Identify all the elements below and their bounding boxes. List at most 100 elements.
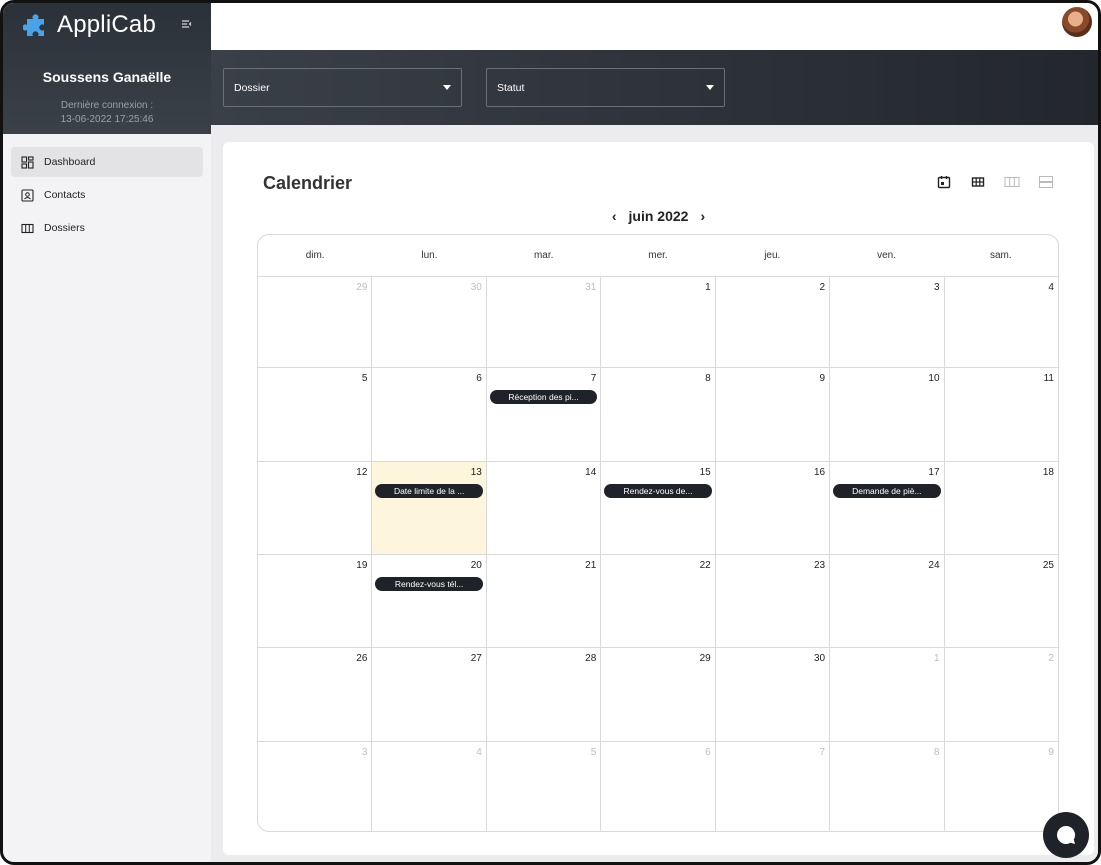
calendar-day-cell[interactable]: 4	[372, 742, 487, 831]
day-number: 3	[933, 282, 940, 293]
calendar-week-row: 5 6 7 Réception des pi... 8 9 10 11	[258, 368, 1058, 462]
calendar-day-cell[interactable]: 6	[601, 742, 716, 831]
calendar-day-cell[interactable]: 29	[601, 648, 716, 741]
top-bar	[211, 3, 1098, 50]
day-number: 18	[1042, 467, 1054, 478]
day-number: 14	[585, 467, 597, 478]
calendar-day-cell[interactable]: 23	[716, 555, 831, 647]
weekday-header: sam.	[989, 250, 1012, 261]
month-label: juin 2022	[628, 208, 689, 224]
calendar-day-cell[interactable]: 21	[487, 555, 602, 647]
calendar-day-cell[interactable]: 7	[716, 742, 831, 831]
sidebar-item-dossiers[interactable]: Dossiers	[11, 213, 203, 243]
calendar-day-cell[interactable]: 26	[258, 648, 373, 741]
weekday-header: ven.	[877, 250, 896, 261]
calendar-day-cell[interactable]: 15 Rendez-vous de...	[601, 462, 716, 554]
chat-bubble-icon	[1057, 826, 1076, 844]
dashboard-icon	[21, 155, 34, 169]
calendar-day-cell[interactable]: 5	[258, 368, 373, 461]
last-connection-value: 13-06-2022 17:25:46	[60, 114, 154, 125]
last-connection-label: Dernière connexion :	[60, 100, 154, 111]
calendar-day-cell[interactable]: 2	[716, 277, 831, 367]
calendar-day-cell-today[interactable]: 13 Date limite de la ...	[372, 462, 487, 554]
day-number: 3	[361, 747, 368, 758]
calendar-day-cell[interactable]: 20 Rendez-vous tél...	[372, 555, 487, 647]
calendar-day-cell[interactable]: 8	[601, 368, 716, 461]
statut-select[interactable]: Statut	[486, 68, 725, 107]
calendar-event[interactable]: Rendez-vous tél...	[375, 577, 483, 591]
day-number: 19	[356, 560, 368, 571]
app-name: AppliCab	[57, 11, 156, 38]
user-name: Soussens Ganaëlle	[42, 69, 172, 85]
calendar-day-cell[interactable]: 9	[945, 742, 1058, 831]
calendar-day-cell[interactable]: 16	[716, 462, 831, 554]
day-number: 5	[361, 373, 368, 384]
collapse-menu-icon[interactable]	[179, 17, 193, 31]
day-number: 4	[1048, 282, 1054, 293]
calendar-event[interactable]: Date limite de la ...	[375, 484, 483, 498]
view-calendar-button[interactable]	[936, 174, 952, 190]
calendar-day-cell[interactable]: 19	[258, 555, 373, 647]
day-number: 4	[476, 747, 482, 758]
calendar-day-cell[interactable]: 25	[945, 555, 1058, 647]
weekday-header-row: dim. lun. mar. mer. jeu. ven. sam.	[258, 235, 1058, 277]
calendar-day-cell[interactable]: 11	[945, 368, 1058, 461]
calendar-day-cell[interactable]: 6	[372, 368, 487, 461]
day-number: 30	[813, 653, 826, 664]
calendar-day-cell[interactable]: 9	[716, 368, 831, 461]
calendar-day-cell[interactable]: 22	[601, 555, 716, 647]
calendar-day-cell[interactable]: 2	[945, 648, 1058, 741]
calendar-day-cell[interactable]: 10	[830, 368, 945, 461]
prev-month-button[interactable]: ‹	[604, 208, 625, 224]
user-avatar[interactable]	[1062, 7, 1092, 37]
last-connection: Dernière connexion : 13-06-2022 17:25:46	[3, 99, 211, 127]
day-number: 27	[470, 653, 482, 664]
view-list-button[interactable]	[1038, 174, 1054, 190]
calendar-day-cell[interactable]: 5	[487, 742, 602, 831]
dossier-select[interactable]: Dossier	[223, 68, 462, 107]
view-week-button[interactable]	[1004, 174, 1020, 190]
calendar-week-row: 19 20 Rendez-vous tél... 21 22 23 24 25	[258, 555, 1058, 648]
sidebar-item-dashboard[interactable]: Dashboard	[11, 147, 203, 177]
calendar-event[interactable]: Rendez-vous de...	[604, 484, 712, 498]
next-month-button[interactable]: ›	[692, 208, 713, 224]
contact-card-icon	[21, 188, 34, 202]
calendar-card: Calendrier ‹ juin 2022 › dim. lun. mar. …	[223, 142, 1094, 855]
calendar-day-cell[interactable]: 30	[716, 648, 831, 741]
calendar-day-cell[interactable]: 12	[258, 462, 373, 554]
calendar-day-cell[interactable]: 24	[830, 555, 945, 647]
sidebar-item-label: Contacts	[44, 189, 86, 201]
calendar-day-cell[interactable]: 28	[487, 648, 602, 741]
calendar-day-cell[interactable]: 31	[487, 277, 602, 367]
weekday-header: dim.	[305, 250, 325, 261]
calendar-event[interactable]: Réception des pi...	[489, 390, 598, 404]
filter-bar: Dossier Statut	[211, 50, 1098, 125]
calendar-day-cell[interactable]: 1	[830, 648, 945, 741]
day-number: 6	[705, 747, 711, 758]
calendar-day-cell[interactable]: 17 Demande de piè...	[830, 462, 945, 554]
calendar-day-cell[interactable]: 3	[830, 277, 945, 367]
day-number: 12	[356, 467, 368, 478]
day-number: 2	[819, 282, 826, 293]
view-month-button[interactable]	[970, 174, 986, 190]
calendar-event[interactable]: Demande de piè...	[833, 484, 941, 498]
calendar-day-cell[interactable]: 4	[945, 277, 1058, 367]
calendar-day-cell[interactable]: 27	[372, 648, 487, 741]
calendar-day-cell[interactable]: 1	[601, 277, 716, 367]
statut-select-label: Statut	[497, 81, 525, 94]
calendar-day-cell[interactable]: 18	[945, 462, 1058, 554]
weekday-header: mer.	[648, 250, 668, 261]
weekday-header: jeu.	[764, 250, 781, 261]
month-navigation: ‹ juin 2022 ›	[223, 208, 1094, 224]
calendar-day-cell[interactable]: 8	[830, 742, 945, 831]
day-number: 17	[928, 467, 940, 478]
chat-button[interactable]	[1043, 812, 1089, 858]
dossier-select-label: Dossier	[234, 81, 270, 94]
calendar-day-cell[interactable]: 7 Réception des pi...	[487, 368, 602, 461]
brand[interactable]: AppliCab	[23, 9, 156, 41]
calendar-day-cell[interactable]: 30	[372, 277, 487, 367]
sidebar-item-contacts[interactable]: Contacts	[11, 180, 203, 210]
calendar-day-cell[interactable]: 14	[487, 462, 602, 554]
calendar-day-cell[interactable]: 29	[258, 277, 373, 367]
calendar-day-cell[interactable]: 3	[258, 742, 373, 831]
